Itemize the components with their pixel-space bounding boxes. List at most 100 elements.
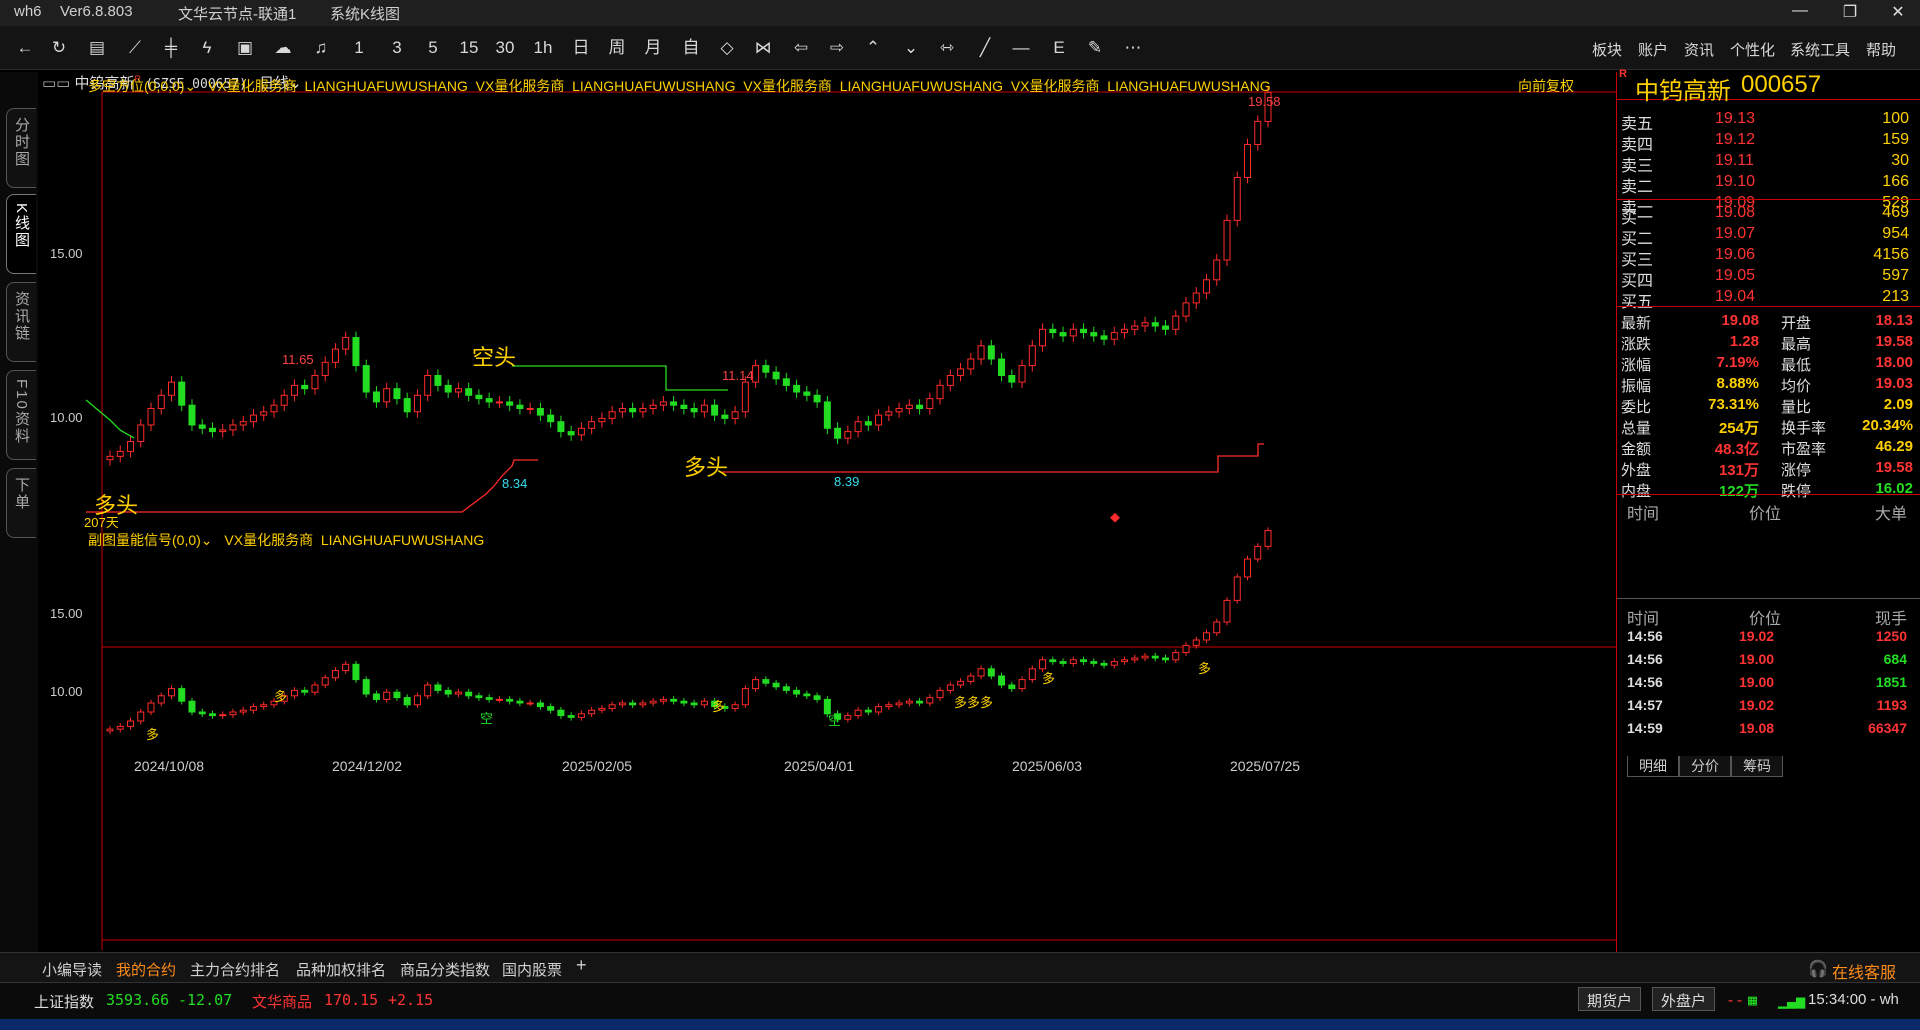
candle-sub[interactable]	[516, 700, 524, 704]
candle-sub[interactable]	[1028, 668, 1036, 681]
candle-sub[interactable]	[1121, 659, 1129, 663]
candle-main[interactable]	[854, 421, 862, 433]
candle-sub[interactable]	[864, 709, 872, 713]
candle-main[interactable]	[1121, 328, 1129, 334]
candle-sub[interactable]	[249, 706, 257, 711]
candle-main[interactable]	[434, 375, 442, 386]
candle-main[interactable]	[1151, 322, 1159, 327]
candle-sub[interactable]	[1049, 659, 1057, 663]
candle-main[interactable]	[813, 394, 821, 403]
period-3[interactable]: 3	[386, 35, 408, 61]
candle-sub[interactable]	[885, 704, 893, 708]
candle-main[interactable]	[690, 408, 698, 413]
tab-timeshare[interactable]: 分时图	[6, 108, 36, 188]
candle-main[interactable]	[178, 381, 186, 406]
candle-main[interactable]	[1182, 302, 1190, 317]
chart-area[interactable]: ▭▭ 中钨高新R (SZSE 000657) 日线⌄ 多空方位(0,0,0)⌄ …	[38, 70, 1616, 951]
candle-sub[interactable]	[967, 675, 975, 682]
menu-help[interactable]: 帮助	[1866, 39, 1896, 60]
btab-weighted-rank[interactable]: 品种加权排名	[296, 959, 386, 980]
candle-sub[interactable]	[926, 697, 934, 704]
minimize-icon[interactable]: —	[1782, 2, 1818, 20]
period-week[interactable]: 周	[606, 35, 628, 61]
candle-sub[interactable]	[485, 697, 493, 700]
refresh-icon[interactable]: ↻	[48, 35, 70, 61]
candle-sub[interactable]	[1151, 655, 1159, 659]
candle-main[interactable]	[998, 358, 1006, 376]
candle-main[interactable]	[1059, 332, 1067, 337]
candle-main[interactable]	[1049, 328, 1057, 334]
candle-sub[interactable]	[793, 689, 801, 695]
menu-tools[interactable]: 系统工具	[1790, 39, 1850, 60]
down-icon[interactable]: ⌄	[900, 35, 922, 61]
tab-detail[interactable]: 明细	[1627, 756, 1679, 777]
candle-main[interactable]	[700, 404, 708, 413]
candle-main[interactable]	[116, 450, 124, 457]
candle-sub[interactable]	[557, 709, 565, 717]
candle-main[interactable]	[741, 381, 749, 413]
period-15[interactable]: 15	[458, 35, 480, 61]
candle-sub[interactable]	[219, 714, 227, 717]
bid-row[interactable]: 买二 19.07 954	[1619, 225, 1915, 248]
candle-main[interactable]	[301, 384, 309, 390]
period-30[interactable]: 30	[494, 35, 516, 61]
candle-main[interactable]	[342, 337, 350, 350]
candle-main[interactable]	[1090, 332, 1098, 337]
candle-main[interactable]	[864, 421, 872, 426]
candle-sub[interactable]	[506, 698, 514, 702]
candle-sub[interactable]	[106, 728, 114, 732]
hline-icon[interactable]: —	[1010, 35, 1032, 61]
candle-sub[interactable]	[946, 684, 954, 691]
candle-main[interactable]	[649, 404, 657, 410]
candle-main[interactable]	[270, 404, 278, 413]
candle-sub[interactable]	[1203, 632, 1211, 641]
candle-sub[interactable]	[1080, 659, 1088, 663]
candle-main[interactable]	[280, 394, 288, 406]
menu-personalize[interactable]: 个性化	[1730, 39, 1775, 60]
candle-main[interactable]	[711, 404, 719, 416]
candle-main[interactable]	[229, 424, 237, 431]
kline-svg[interactable]	[38, 70, 1616, 951]
candle-main[interactable]	[567, 431, 575, 436]
candle-sub[interactable]	[208, 713, 216, 717]
candle-sub[interactable]	[1182, 644, 1190, 654]
candle-sub[interactable]	[649, 700, 657, 704]
candle-sub[interactable]	[588, 709, 596, 715]
candle-sub[interactable]	[1244, 558, 1252, 578]
candle-main[interactable]	[588, 421, 596, 429]
candle-sub[interactable]	[690, 702, 698, 706]
add-tab-icon[interactable]: +	[576, 955, 587, 976]
candle-sub[interactable]	[526, 702, 534, 705]
candle-sub[interactable]	[465, 691, 473, 697]
candle-main[interactable]	[823, 401, 831, 429]
candle-main[interactable]	[321, 361, 329, 376]
candle-main[interactable]	[372, 391, 380, 403]
candle-main[interactable]	[1131, 325, 1139, 330]
bid-row[interactable]: 买四 19.05 597	[1619, 267, 1915, 290]
candle-sub[interactable]	[1213, 621, 1221, 634]
candle-main[interactable]	[1213, 259, 1221, 281]
sub-indicator-bar[interactable]: 副图量能信号(0,0)⌄ VX量化服务商 LIANGHUAFUWUSHANG	[88, 530, 484, 550]
candle-sub[interactable]	[577, 713, 585, 718]
candle-sub[interactable]	[413, 695, 421, 706]
close-icon[interactable]: ✕	[1880, 2, 1916, 22]
restore-icon[interactable]: ❐	[1832, 2, 1868, 22]
line-chart-icon[interactable]: ⟋	[124, 35, 146, 61]
candle-main[interactable]	[1254, 120, 1262, 146]
menu-news[interactable]: 资讯	[1684, 39, 1714, 60]
candle-main[interactable]	[403, 398, 411, 413]
candle-sub[interactable]	[639, 702, 647, 706]
candle-main[interactable]	[352, 337, 360, 367]
candle-main[interactable]	[875, 414, 883, 426]
candle-main[interactable]	[290, 384, 298, 396]
up-icon[interactable]: ⌃	[862, 35, 884, 61]
screen-icon[interactable]: ▣	[234, 35, 256, 61]
candle-sub[interactable]	[116, 725, 124, 730]
candle-sub[interactable]	[567, 715, 575, 718]
candle-main[interactable]	[147, 408, 155, 426]
candle-sub[interactable]	[1110, 661, 1118, 666]
candle-main[interactable]	[977, 345, 985, 360]
candle-sub[interactable]	[700, 700, 708, 706]
candle-main[interactable]	[557, 421, 565, 433]
candle-sub[interactable]	[752, 679, 760, 690]
